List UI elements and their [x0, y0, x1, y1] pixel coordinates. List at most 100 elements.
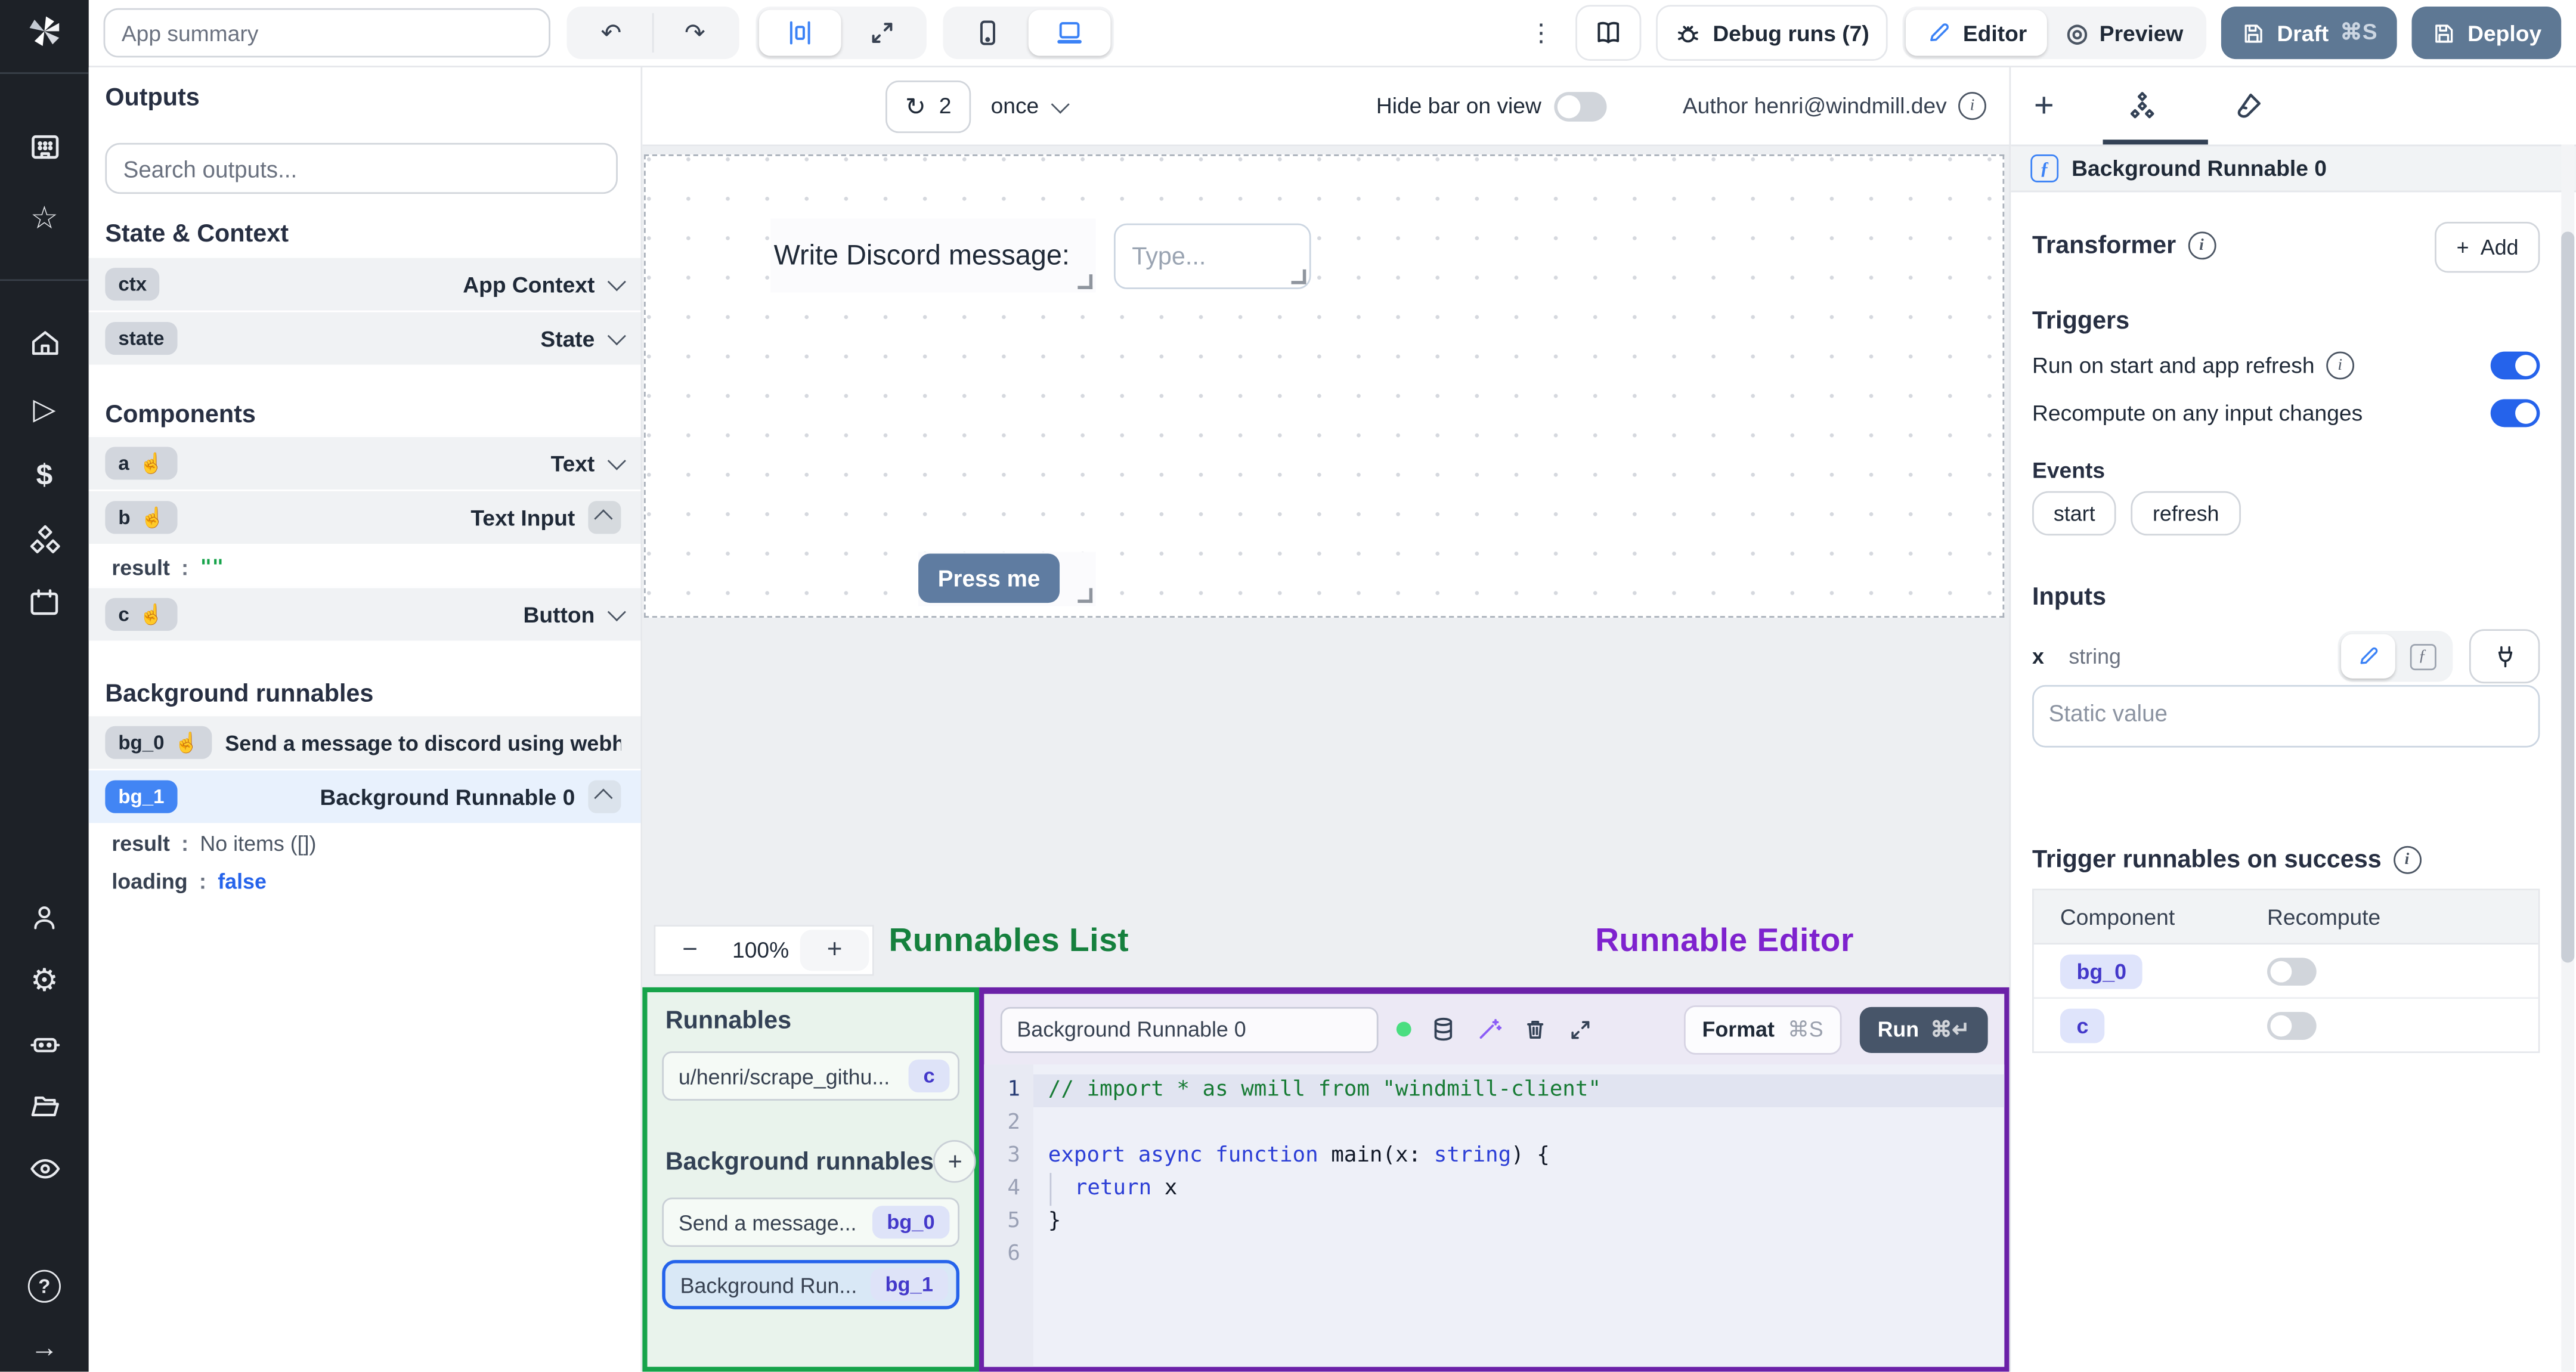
insert-component-tab-plus-icon[interactable]: + — [2034, 86, 2054, 126]
chevron-up-icon[interactable] — [588, 501, 621, 534]
run-on-start-toggle[interactable] — [2490, 351, 2540, 380]
info-icon[interactable]: i — [1958, 92, 1986, 120]
search-outputs-input[interactable] — [105, 143, 618, 194]
bg0-name: Send a message to discord using webhoo — [225, 730, 621, 755]
code-editor[interactable]: 1 2 3 4 5 6 // import * as wmill from "w — [984, 1064, 2005, 1367]
static-value-input[interactable] — [2032, 685, 2540, 748]
state-type-label: State — [540, 326, 595, 351]
bg1-result-row[interactable]: result : No items ([]) — [89, 825, 641, 861]
resize-handle[interactable] — [1078, 274, 1093, 289]
kebab-menu-icon[interactable]: ⋮ — [1522, 18, 1560, 48]
runnable-item-c[interactable]: u/henri/scrape_githu... c — [662, 1051, 959, 1101]
event-chip-start[interactable]: start — [2032, 491, 2117, 536]
component-settings-tab-icon[interactable] — [2126, 89, 2159, 122]
recompute-toggle[interactable] — [2490, 399, 2540, 428]
run-button[interactable]: Run ⌘↵ — [1859, 1006, 1988, 1052]
bg0-row[interactable]: bg_0 ☝ Send a message to discord using we… — [88, 714, 641, 769]
styling-brush-tab-icon[interactable] — [2231, 89, 2264, 122]
tab-preview[interactable]: ◎ Preview — [2046, 10, 2203, 56]
audit-eye-icon[interactable] — [24, 1148, 64, 1188]
runnable-name-input[interactable] — [1000, 1006, 1379, 1052]
expand-icon[interactable] — [1567, 1016, 1593, 1042]
component-badge[interactable]: bg_0 — [2060, 953, 2143, 989]
event-chip-refresh[interactable]: refresh — [2131, 491, 2241, 536]
variables-dollar-icon[interactable]: $ — [24, 455, 64, 494]
chevron-down-icon[interactable] — [607, 602, 626, 622]
app-canvas[interactable]: Write Discord message: Type... Press me — [644, 154, 2005, 618]
database-icon[interactable] — [1429, 1015, 1457, 1043]
refresh-count-button[interactable]: ↻ 2 — [885, 79, 971, 132]
output-row-ctx[interactable]: ctx App Context — [88, 256, 641, 311]
b-result-row[interactable]: result : "" — [89, 547, 641, 586]
windmill-logo-icon[interactable] — [24, 13, 64, 52]
apps-icon[interactable] — [24, 126, 64, 166]
deploy-button[interactable]: Deploy — [2411, 7, 2562, 60]
folders-icon[interactable] — [24, 1086, 64, 1125]
component-row-c[interactable]: c ☝ Button — [88, 586, 641, 641]
add-background-runnable-button[interactable]: + — [933, 1140, 977, 1183]
help-icon[interactable]: ? — [24, 1266, 64, 1306]
zoom-in-button[interactable]: + — [800, 930, 869, 971]
bg1-row-selected[interactable]: bg_1 Background Runnable 0 — [88, 769, 641, 823]
code-lines[interactable]: // import * as wmill from "windmill-clie… — [1033, 1064, 2005, 1367]
docs-book-button[interactable] — [1574, 5, 1641, 61]
draft-button[interactable]: Draft ⌘S — [2221, 7, 2397, 60]
outputs-panel: Outputs State & Context ctx App Context … — [88, 67, 643, 1372]
bg1-loading-row[interactable]: loading : false — [89, 862, 641, 899]
output-row-state[interactable]: state State — [88, 310, 641, 365]
refresh-count: 2 — [939, 94, 952, 119]
expression-mode-icon[interactable]: ƒ — [2395, 634, 2450, 678]
zoom-out-button[interactable]: − — [655, 927, 724, 974]
info-icon[interactable]: i — [2326, 351, 2354, 380]
recompute-toggle-bg0[interactable] — [2267, 956, 2317, 985]
scrollbar-thumb[interactable] — [2561, 231, 2575, 963]
chevron-down-icon[interactable] — [607, 327, 626, 346]
press-me-button[interactable]: Press me — [918, 553, 1060, 603]
connect-plug-icon[interactable] — [2469, 629, 2540, 684]
info-icon[interactable]: i — [2393, 846, 2421, 874]
chevron-up-icon[interactable] — [588, 780, 621, 813]
info-icon[interactable]: i — [2187, 231, 2216, 260]
delete-trash-icon[interactable] — [1521, 1015, 1549, 1043]
trigger-recompute-row: Recompute on any input changes — [2032, 399, 2540, 428]
text-input-component[interactable]: Type... — [1113, 223, 1311, 289]
desktop-view-icon[interactable] — [1028, 10, 1111, 56]
static-mode-pencil-icon[interactable] — [2341, 634, 2395, 679]
settings-gear-icon[interactable]: ⚙ — [24, 961, 64, 1001]
component-row-a[interactable]: a ☝ Text — [88, 435, 641, 490]
hide-bar-toggle[interactable] — [1554, 91, 1608, 121]
collapse-arrow-icon[interactable]: → — [24, 1329, 64, 1368]
schedules-calendar-icon[interactable] — [24, 583, 64, 622]
add-transformer-button[interactable]: + Add — [2435, 221, 2540, 273]
chevron-down-icon[interactable] — [607, 451, 626, 470]
mobile-view-icon[interactable] — [946, 10, 1029, 56]
debug-runs-button[interactable]: Debug runs (7) — [1655, 5, 1888, 61]
runnable-item-bg1-selected[interactable]: Background Run... bg_1 — [662, 1260, 959, 1309]
recompute-toggle-c[interactable] — [2267, 1011, 2317, 1039]
text-component[interactable]: Write Discord message: — [770, 218, 1096, 293]
format-button[interactable]: Format ⌘S — [1684, 1004, 1841, 1054]
frequency-select[interactable]: once — [990, 94, 1070, 119]
favorites-star-icon[interactable]: ☆ — [24, 199, 64, 238]
workers-robot-icon[interactable] — [24, 1023, 64, 1063]
component-row-b[interactable]: b ☝ Text Input — [88, 490, 641, 544]
resize-handle[interactable] — [1078, 588, 1093, 603]
component-badge[interactable]: c — [2060, 1008, 2105, 1043]
fullwidth-expand-icon[interactable] — [841, 10, 924, 56]
runs-play-icon[interactable]: ▷ — [24, 389, 64, 429]
background-runnables-title: Background runnables — [105, 680, 374, 708]
tab-editor[interactable]: Editor — [1905, 10, 2047, 56]
center-align-icon[interactable] — [758, 10, 841, 56]
app-summary-input[interactable] — [103, 8, 550, 58]
undo-icon[interactable]: ↶ — [570, 10, 652, 56]
home-icon[interactable] — [24, 324, 64, 363]
resize-handle[interactable] — [1291, 269, 1306, 284]
resources-cubes-icon[interactable] — [24, 521, 64, 560]
runnable-item-bg0[interactable]: Send a message... bg_0 — [662, 1197, 959, 1247]
chevron-down-icon[interactable] — [607, 272, 626, 292]
table-row: c — [2033, 997, 2538, 1052]
frequency-value: once — [990, 94, 1039, 119]
user-icon[interactable] — [24, 899, 64, 938]
ai-wand-icon[interactable] — [1475, 1015, 1503, 1043]
redo-icon[interactable]: ↷ — [654, 10, 736, 56]
